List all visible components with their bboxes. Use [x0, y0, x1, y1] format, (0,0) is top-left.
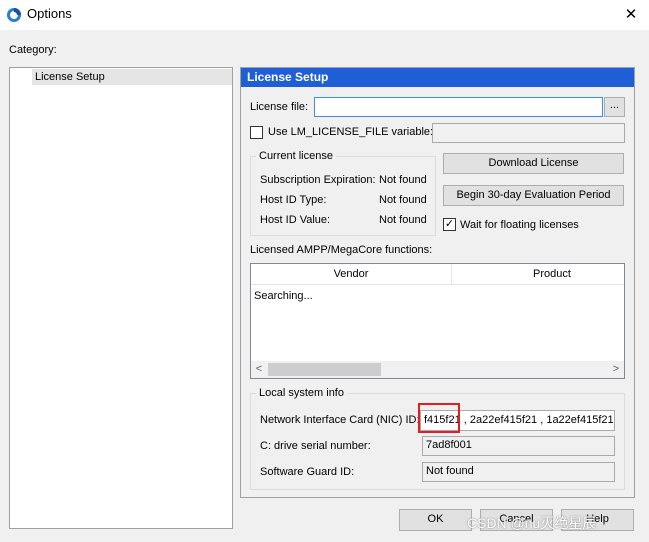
host-id-value-value: Not found — [379, 214, 427, 226]
watermark-text: CSDN @nu灭绝星辰 — [467, 515, 597, 531]
scroll-right-icon[interactable]: > — [608, 361, 624, 378]
close-button[interactable]: ✕ — [616, 2, 646, 28]
column-header-product[interactable]: Product — [452, 264, 649, 284]
current-license-title: Current license — [256, 150, 336, 162]
close-icon: ✕ — [624, 6, 638, 23]
nic-id-label: Network Interface Card (NIC) ID: — [260, 414, 420, 426]
highlight-box — [418, 403, 460, 433]
wait-floating-checkbox[interactable]: ✓ — [443, 218, 456, 231]
licensed-functions-list[interactable]: Vendor Product Searching... < > — [250, 263, 625, 379]
scrollbar-thumb[interactable] — [268, 363, 381, 376]
checkmark-icon: ✓ — [444, 218, 455, 230]
licensed-functions-label: Licensed AMPP/MegaCore functions: — [250, 244, 433, 256]
lm-license-input[interactable] — [432, 123, 625, 143]
local-system-info-title: Local system info — [256, 387, 347, 399]
panel-header: License Setup — [241, 68, 634, 87]
horizontal-scrollbar[interactable]: < > — [251, 361, 624, 378]
category-tree[interactable]: License Setup — [9, 67, 233, 529]
download-license-button[interactable]: Download License — [443, 153, 624, 174]
tree-item-license-setup[interactable]: License Setup — [32, 69, 232, 85]
host-id-value-label: Host ID Value: — [260, 214, 331, 226]
evaluation-period-button[interactable]: Begin 30-day Evaluation Period — [443, 185, 624, 206]
host-id-type-value: Not found — [379, 194, 427, 206]
window-title: Options — [27, 6, 72, 21]
title-bar — [0, 0, 649, 30]
list-header: Vendor Product — [251, 264, 624, 285]
lm-license-label: Use LM_LICENSE_FILE variable: — [268, 126, 434, 138]
subscription-expiration-label: Subscription Expiration: — [260, 174, 376, 186]
lm-license-checkbox[interactable] — [250, 126, 263, 139]
list-status-text: Searching... — [254, 290, 313, 302]
column-header-vendor[interactable]: Vendor — [251, 264, 451, 284]
host-id-type-label: Host ID Type: — [260, 194, 327, 206]
license-file-label: License file: — [250, 101, 309, 113]
software-guard-field[interactable]: Not found — [422, 462, 615, 482]
license-file-input[interactable] — [314, 97, 603, 117]
scroll-left-icon[interactable]: < — [251, 361, 267, 378]
ok-button[interactable]: OK — [399, 509, 472, 531]
wait-floating-label: Wait for floating licenses — [460, 219, 579, 231]
subscription-expiration-value: Not found — [379, 174, 427, 186]
drive-serial-field[interactable]: 7ad8f001 — [422, 436, 615, 456]
browse-button[interactable]: ... — [604, 97, 625, 117]
drive-serial-label: C: drive serial number: — [260, 440, 371, 452]
app-logo-icon — [6, 7, 22, 23]
software-guard-label: Software Guard ID: — [260, 466, 355, 478]
category-label: Category: — [9, 44, 57, 56]
